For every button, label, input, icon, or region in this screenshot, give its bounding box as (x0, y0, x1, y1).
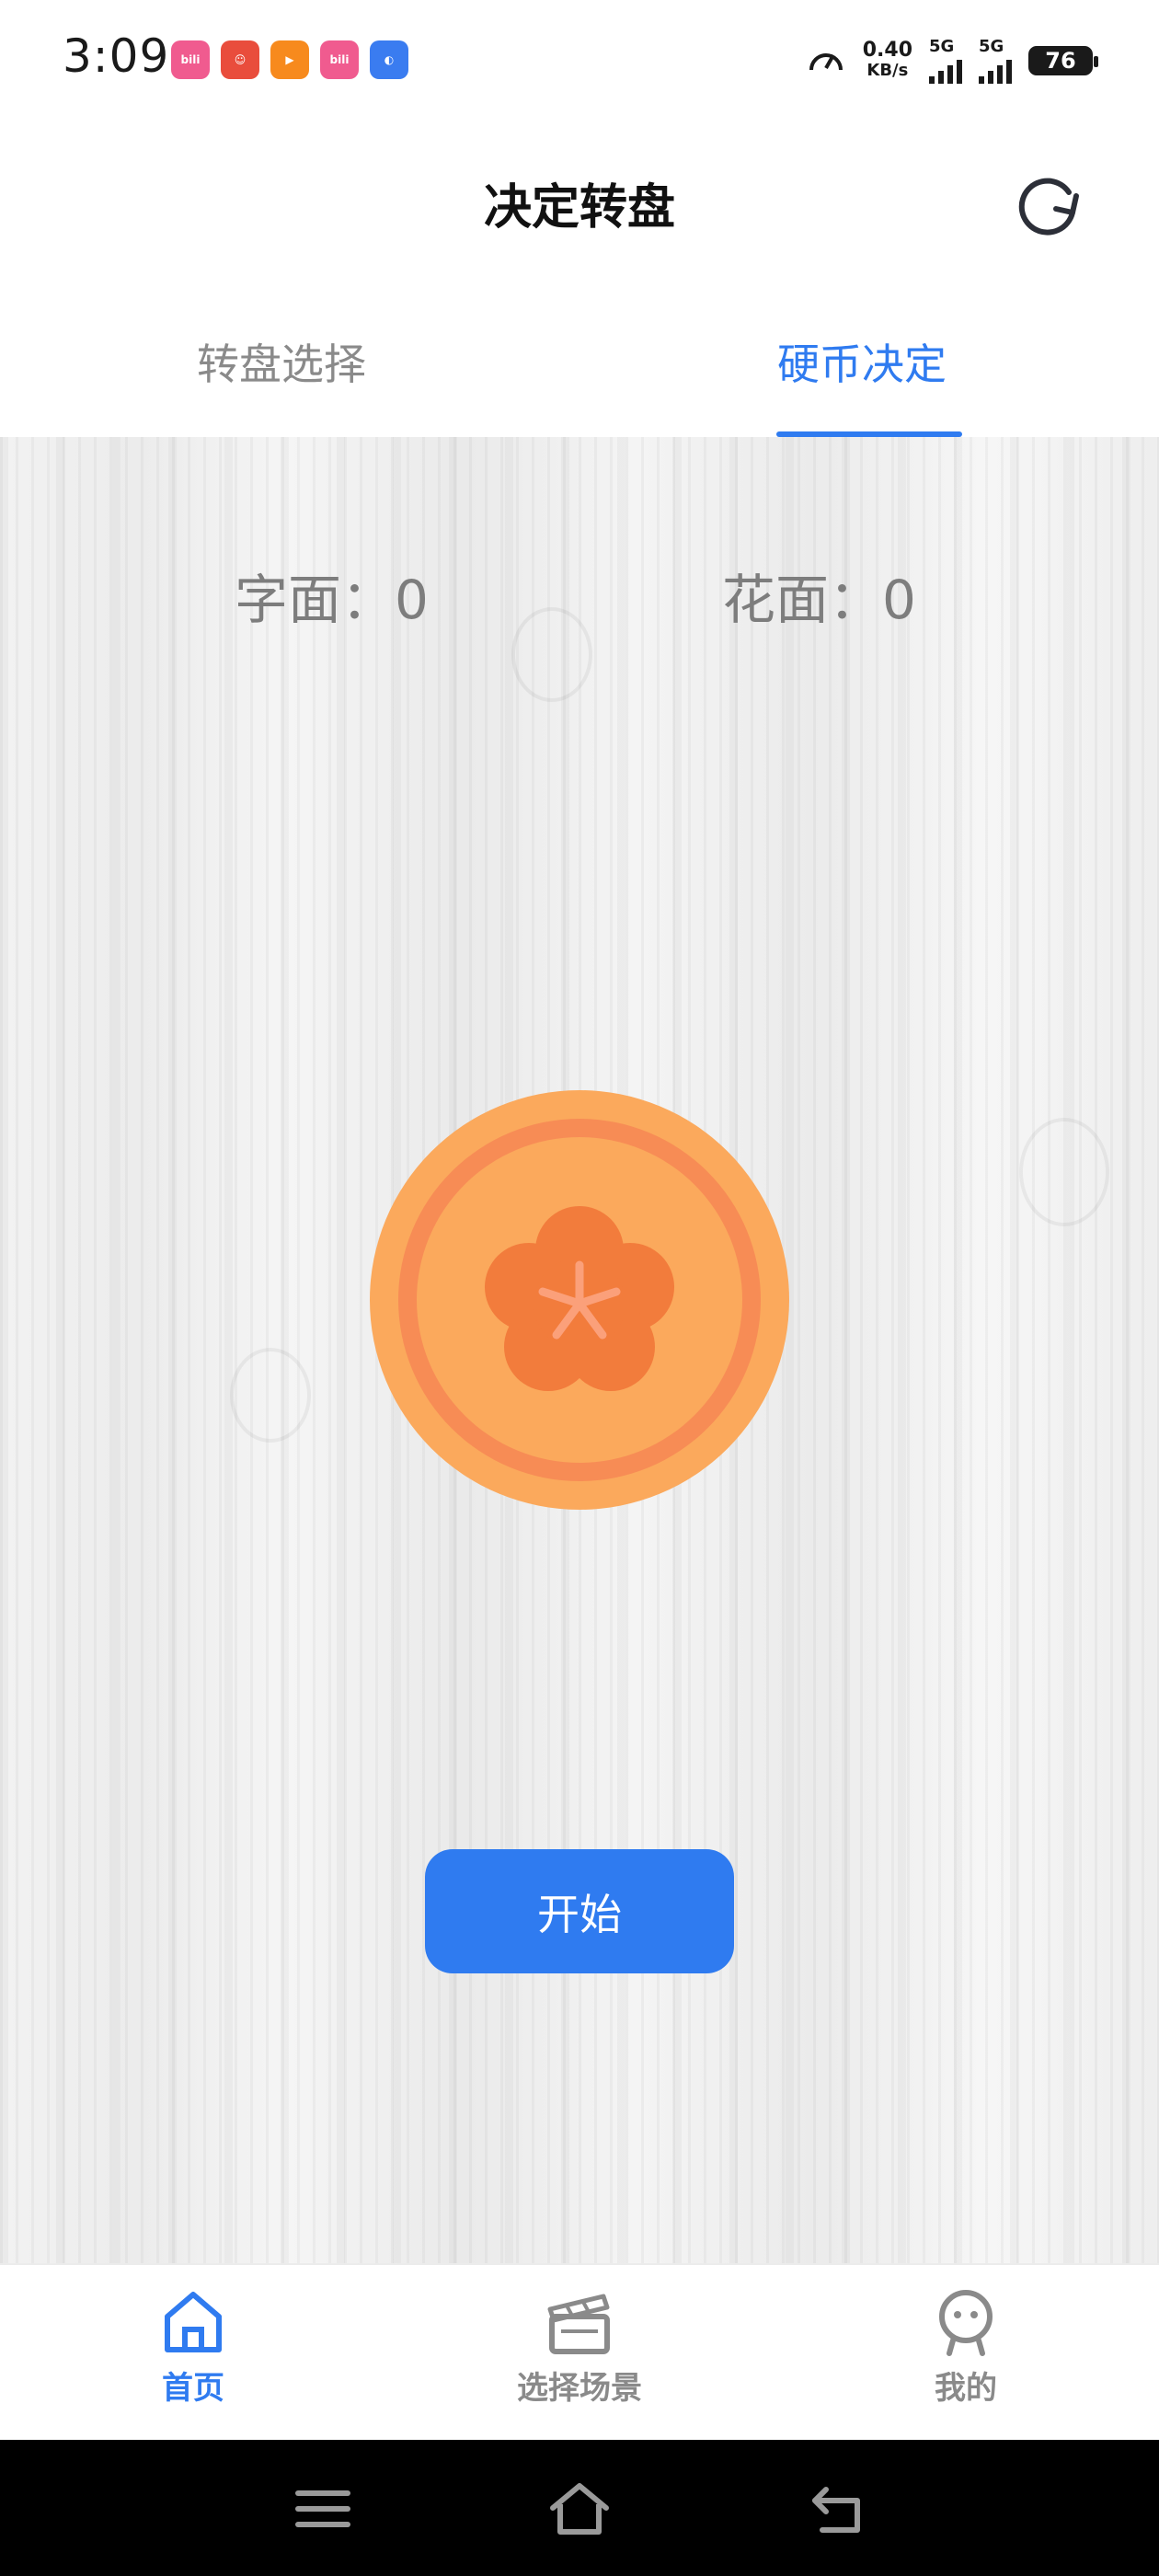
coin-flip-area: 字面：0 花面：0 开始 (0, 437, 1159, 2263)
kuaishou-icon: ▶ (270, 40, 309, 79)
signal-2: 5G (979, 37, 1012, 84)
speedometer-icon (809, 52, 843, 70)
nav-item-home[interactable]: 首页 (101, 2285, 285, 2408)
nav-label-mine: 我的 (935, 2370, 997, 2407)
tab-coin-decide[interactable]: 硬币决定 (777, 331, 947, 392)
battery-level: 76 (1045, 47, 1076, 74)
system-nav-bar (0, 2440, 1159, 2576)
signal-1: 5G (929, 37, 962, 84)
battery-icon: 76 (1028, 45, 1098, 75)
signal-bars-icon (979, 56, 1012, 84)
char-side-count: 字面：0 (235, 569, 429, 631)
nav-label-scene: 选择场景 (517, 2370, 642, 2407)
bilibili-icon: bili (171, 40, 210, 79)
wood-knot (1019, 1118, 1109, 1226)
network-speed: 0.40 KB/s (863, 40, 912, 81)
bilibili-icon: bili (320, 40, 359, 79)
app-header: 决定转盘 (0, 124, 1159, 285)
wood-knot (511, 607, 592, 702)
coin-flower-icon[interactable] (370, 1090, 789, 1510)
speed-value: 0.40 (862, 38, 912, 62)
status-bar: 3:09 bili ☺ ▶ bili ◐ 0.40 KB/s 5G 5G 76 (0, 0, 1159, 124)
network-type-2: 5G (979, 37, 1004, 56)
browser-icon: ◐ (370, 40, 408, 79)
signal-bars-icon (929, 56, 962, 84)
network-type-1: 5G (929, 37, 955, 56)
refresh-icon[interactable] (1012, 168, 1085, 242)
profile-icon (939, 2290, 993, 2356)
back-icon[interactable] (806, 2477, 870, 2541)
nav-label-home: 首页 (162, 2370, 224, 2407)
system-home-icon[interactable] (547, 2477, 612, 2541)
start-button[interactable]: 开始 (425, 1849, 734, 1973)
nav-item-scene[interactable]: 选择场景 (488, 2285, 671, 2408)
nav-item-mine[interactable]: 我的 (874, 2285, 1058, 2408)
tab-bar: 转盘选择 硬币决定 (0, 285, 1159, 437)
wood-knot (230, 1348, 311, 1443)
status-indicators: 0.40 KB/s 5G 5G 76 (806, 37, 1098, 84)
tab-wheel-select[interactable]: 转盘选择 (197, 331, 366, 392)
speed-unit: KB/s (866, 60, 909, 80)
app-screen: 3:09 bili ☺ ▶ bili ◐ 0.40 KB/s 5G 5G 76 … (0, 0, 1159, 2576)
flower-side-count: 花面：0 (722, 569, 916, 631)
home-icon (165, 2292, 222, 2352)
clapperboard-icon (547, 2294, 610, 2354)
menu-icon[interactable] (291, 2477, 355, 2541)
status-time: 3:09 (63, 29, 170, 83)
page-title: 决定转盘 (483, 180, 675, 236)
bottom-nav: 首页 选择场景 我的 (0, 2263, 1159, 2440)
clown-app-icon: ☺ (221, 40, 259, 79)
notification-icons: bili ☺ ▶ bili ◐ (171, 40, 408, 79)
